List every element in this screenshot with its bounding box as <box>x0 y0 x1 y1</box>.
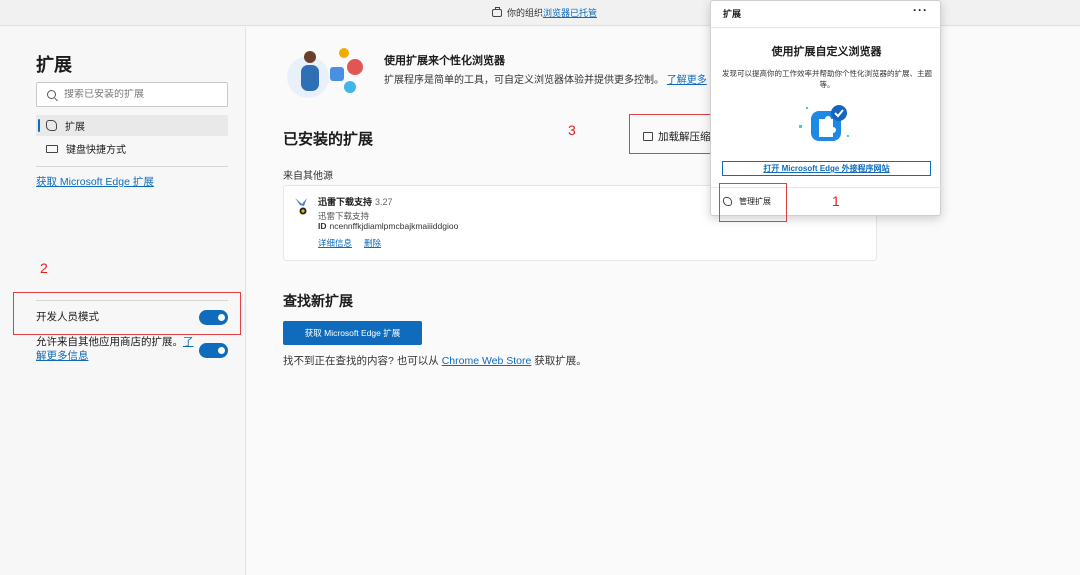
sidebar-item-keyboard-shortcuts[interactable]: 键盘快捷方式 <box>36 138 228 159</box>
puzzle-icon <box>46 120 57 131</box>
extension-details-link[interactable]: 详细信息 <box>318 237 352 249</box>
load-unpacked-label: 加载解压缩 <box>658 131 711 143</box>
open-addons-site-button[interactable]: 打开 Microsoft Edge 外接程序网站 <box>722 161 931 176</box>
find-new-extensions-heading: 查找新扩展 <box>283 293 353 309</box>
search-box[interactable] <box>36 82 228 107</box>
extension-version: 3.27 <box>375 197 393 207</box>
hero-desc-text: 扩展程序是简单的工具，可自定义浏览器体验并提供更多控制。 <box>384 75 664 86</box>
sidebar-item-extensions[interactable]: 扩展 <box>36 115 228 136</box>
annotation-3: 3 <box>568 122 576 138</box>
popup-description: 发现可以提高你的工作效率并帮助你个性化浏览器的扩展、主题等。 <box>722 69 932 89</box>
extension-id: ID ncennffkjdiamlpmcbajkmaiiiddgioo <box>318 221 458 231</box>
extension-name: 迅雷下载支持 3.27 <box>318 195 393 208</box>
allow-other-stores-toggle[interactable] <box>199 343 228 358</box>
allow-other-stores-text: 允许来自其他应用商店的扩展。了解更多信息 <box>36 335 194 363</box>
load-unpacked-button[interactable]: 加载解压缩 <box>643 129 711 144</box>
cant-find-text: 找不到正在查找的内容? 也可以从 Chrome Web Store 获取扩展。 <box>283 353 587 368</box>
search-icon <box>47 90 56 99</box>
sidebar-item-label: 扩展 <box>65 122 85 133</box>
puzzle-illustration-icon <box>799 105 849 141</box>
get-extensions-link[interactable]: 获取 Microsoft Edge 扩展 <box>36 174 154 189</box>
popup-title: 使用扩展自定义浏览器 <box>771 46 882 58</box>
chrome-web-store-link[interactable]: Chrome Web Store <box>442 355 532 367</box>
cant-find-suffix: 获取扩展。 <box>534 355 587 367</box>
developer-mode-toggle[interactable] <box>199 310 228 325</box>
sidebar-item-label: 键盘快捷方式 <box>66 145 126 156</box>
installed-heading: 已安装的扩展 <box>283 131 374 148</box>
archive-icon <box>643 132 653 141</box>
managed-prefix: 你的组织 <box>507 8 544 18</box>
extension-remove-link[interactable]: 删除 <box>364 237 381 249</box>
keyboard-icon <box>46 144 58 153</box>
annotation-1: 1 <box>832 193 840 209</box>
annotation-box-1 <box>719 183 787 222</box>
more-options-icon[interactable]: ··· <box>913 3 928 17</box>
briefcase-icon <box>492 6 502 17</box>
thunder-download-icon <box>295 198 307 215</box>
developer-mode-label: 开发人员模式 <box>36 311 99 323</box>
managed-link[interactable]: 浏览器已托管 <box>543 6 597 19</box>
sidebar-divider <box>36 166 228 167</box>
extension-id-value: ncennffkjdiamlpmcbajkmaiiiddgioo <box>329 221 459 231</box>
search-input[interactable] <box>64 89 214 100</box>
cant-find-prefix: 找不到正在查找的内容? 也可以从 <box>283 355 439 367</box>
hero-title: 使用扩展来个性化浏览器 <box>384 55 505 67</box>
popup-divider <box>711 27 942 28</box>
hero-description: 扩展程序是简单的工具，可自定义浏览器体验并提供更多控制。 了解更多 <box>384 71 707 86</box>
popup-header: 扩展 <box>723 9 742 19</box>
managed-message: 你的组织 浏览器已托管 <box>492 6 597 19</box>
sidebar-title: 扩展 <box>36 55 72 75</box>
extension-id-label: ID <box>318 221 327 231</box>
hero-illustration <box>287 48 363 98</box>
sidebar: 扩展 扩展 键盘快捷方式 获取 Microsoft Edge 扩展 2 开发人员… <box>0 27 246 575</box>
extension-name-text: 迅雷下载支持 <box>318 197 373 207</box>
allow-other-stores-label: 允许来自其他应用商店的扩展。 <box>36 336 183 348</box>
main-content: 使用扩展来个性化浏览器 扩展程序是简单的工具，可自定义浏览器体验并提供更多控制。… <box>247 27 1080 575</box>
get-extensions-button[interactable]: 获取 Microsoft Edge 扩展 <box>283 321 422 345</box>
annotation-2: 2 <box>40 260 48 276</box>
hero-learn-more-link[interactable]: 了解更多 <box>667 75 707 86</box>
extension-actions: 详细信息 删除 <box>318 237 381 249</box>
other-sources-heading: 来自其他源 <box>283 171 333 182</box>
